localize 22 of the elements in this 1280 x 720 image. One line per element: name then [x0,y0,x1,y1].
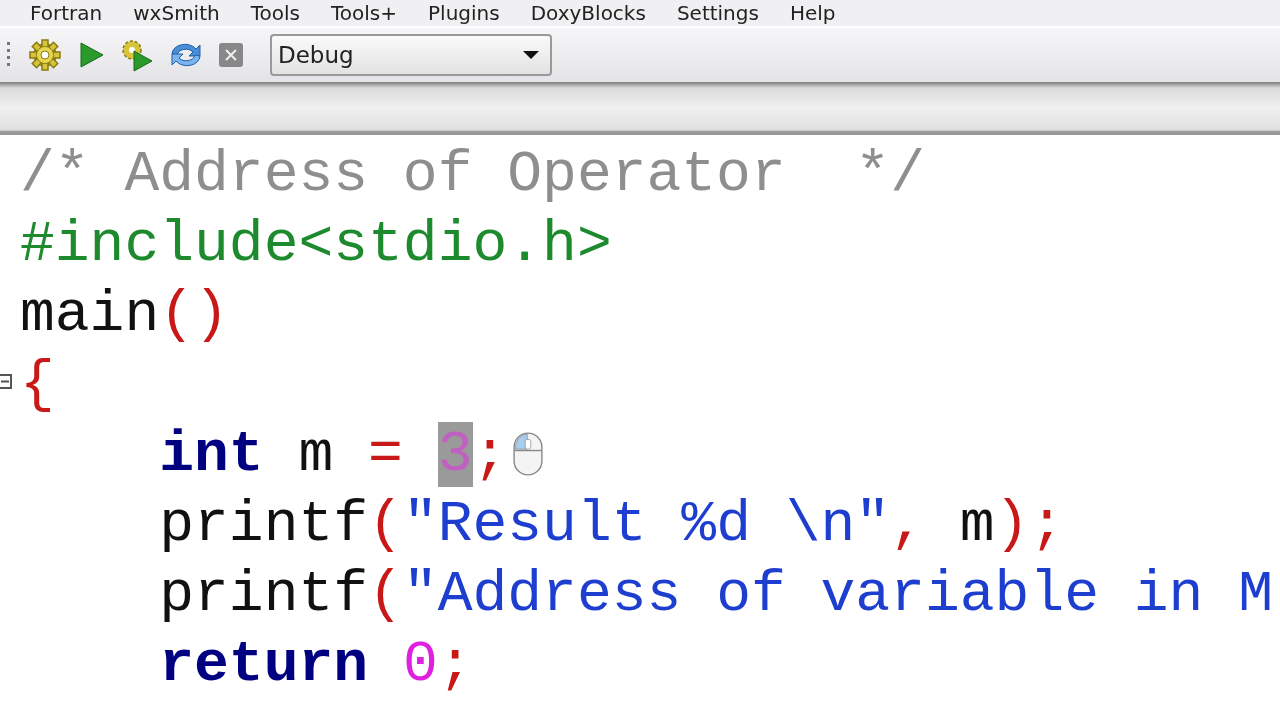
code-line: /* Address of Operator */ [20,142,925,207]
code-line: printf("Address of variable in M [158,562,1274,627]
code-line: #include<stdio.h> [20,212,612,277]
menu-item[interactable]: Plugins [428,0,500,26]
code-line: main() [20,282,229,347]
abort-icon[interactable] [218,42,244,68]
menu-item[interactable]: Fortran [30,0,103,26]
menu-item[interactable]: Help [789,0,836,26]
menu-item[interactable]: Settings [676,0,759,26]
gear-icon[interactable] [28,38,62,72]
mouse-icon [512,431,544,477]
menu-item[interactable]: DoxyBlocks [530,0,646,26]
build-run-icon[interactable] [120,38,154,72]
code-line: printf("Result %d \n", m); [158,492,1065,557]
build-target-dropdown[interactable]: Debug [270,34,552,76]
code-line: int m = 3; [158,422,508,487]
menu-item[interactable]: Tools+ [331,0,397,26]
caret-icon [522,50,540,60]
menu-item[interactable]: wxSmith [133,0,220,26]
code-line: return 0; [158,632,473,697]
code-line: { [20,352,55,417]
menu-item[interactable]: Tools [250,0,300,26]
